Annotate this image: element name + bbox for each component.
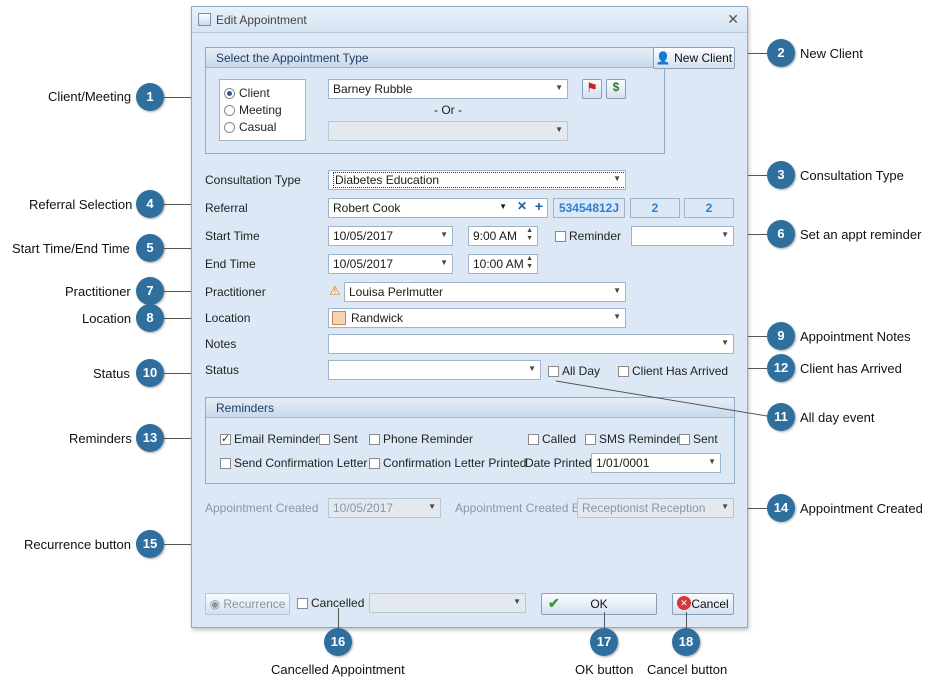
callout-line-17 [604, 612, 605, 628]
callout-line-16 [338, 608, 339, 628]
callout-text-14: Appointment Created [800, 501, 923, 516]
callout-text-16: Cancelled Appointment [271, 662, 405, 677]
callout-16: 16 [324, 628, 352, 656]
callout-text-11: All day event [800, 410, 875, 425]
callout-text-17: OK button [575, 662, 634, 677]
callout-11: 11 [767, 403, 795, 431]
callout-line-14 [748, 508, 767, 509]
callout-text-18: Cancel button [647, 662, 728, 677]
callout-14: 14 [767, 494, 795, 522]
callout-18: 18 [672, 628, 700, 656]
callout-line-11 [555, 380, 768, 417]
callout-17: 17 [590, 628, 618, 656]
callout-line-18 [686, 612, 687, 628]
